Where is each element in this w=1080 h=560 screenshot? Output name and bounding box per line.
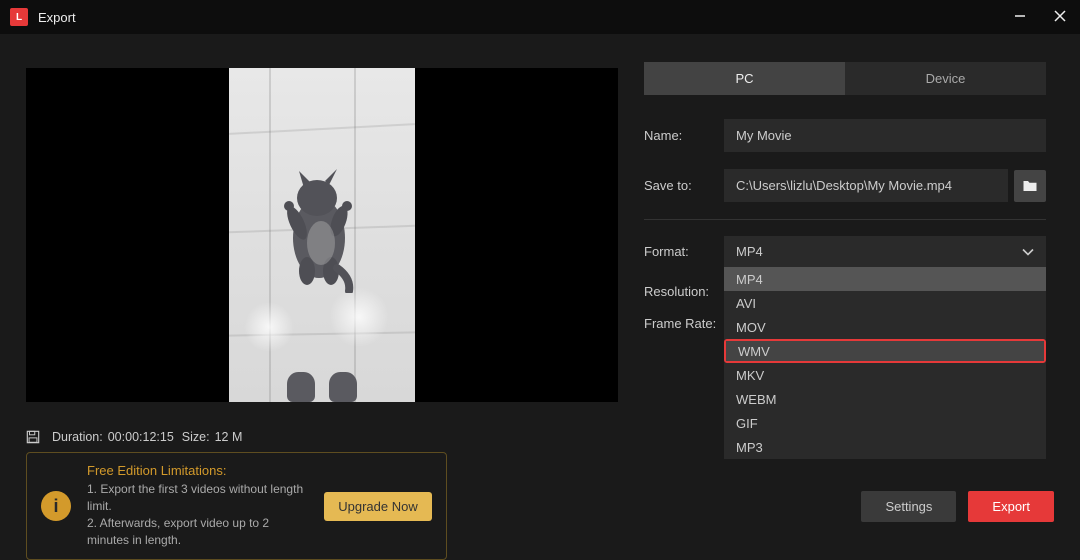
format-option-webm[interactable]: WEBM [724, 387, 1046, 411]
minimize-button[interactable] [1010, 9, 1030, 25]
limitations-line1: 1. Export the first 3 videos without len… [87, 481, 308, 515]
resolution-label: Resolution: [644, 284, 724, 299]
save-icon [26, 430, 40, 444]
name-input[interactable] [724, 119, 1046, 152]
size-value: 12 M [215, 430, 243, 444]
saveto-input[interactable] [724, 169, 1008, 202]
upgrade-button[interactable]: Upgrade Now [324, 492, 432, 521]
format-option-mp4[interactable]: MP4 [724, 267, 1046, 291]
format-option-avi[interactable]: AVI [724, 291, 1046, 315]
format-option-mov[interactable]: MOV [724, 315, 1046, 339]
limitations-title: Free Edition Limitations: [87, 463, 308, 478]
folder-icon [1022, 178, 1038, 194]
tab-pc[interactable]: PC [644, 62, 845, 95]
export-tabs: PC Device [644, 62, 1046, 95]
app-icon: L [10, 8, 28, 26]
size-label: Size: [182, 430, 210, 444]
video-preview [26, 68, 618, 402]
format-select[interactable]: MP4 [724, 236, 1046, 267]
saveto-label: Save to: [644, 178, 724, 193]
settings-button[interactable]: Settings [861, 491, 956, 522]
duration-value: 00:00:12:15 [108, 430, 174, 444]
limitations-notice: i Free Edition Limitations: 1. Export th… [26, 452, 447, 559]
export-button[interactable]: Export [968, 491, 1054, 522]
name-label: Name: [644, 128, 724, 143]
format-label: Format: [644, 244, 724, 259]
warning-icon: i [41, 491, 71, 521]
limitations-line2: 2. Afterwards, export video up to 2 minu… [87, 515, 308, 549]
tab-device[interactable]: Device [845, 62, 1046, 95]
format-option-mkv[interactable]: MKV [724, 363, 1046, 387]
duration-label: Duration: [52, 430, 103, 444]
format-option-mp3[interactable]: MP3 [724, 435, 1046, 459]
chevron-down-icon [1022, 245, 1034, 259]
format-selected-value: MP4 [736, 244, 763, 259]
framerate-label: Frame Rate: [644, 316, 724, 331]
browse-folder-button[interactable] [1014, 170, 1046, 202]
format-option-gif[interactable]: GIF [724, 411, 1046, 435]
preview-meta: Duration: 00:00:12:15 Size: 12 M [26, 430, 594, 444]
titlebar: L Export [0, 0, 1080, 34]
format-option-wmv[interactable]: WMV [726, 341, 1044, 361]
window-title: Export [38, 10, 1010, 25]
format-dropdown: MP4 AVI MOV WMV MKV WEBM GIF MP3 [724, 267, 1046, 459]
close-button[interactable] [1050, 9, 1070, 25]
